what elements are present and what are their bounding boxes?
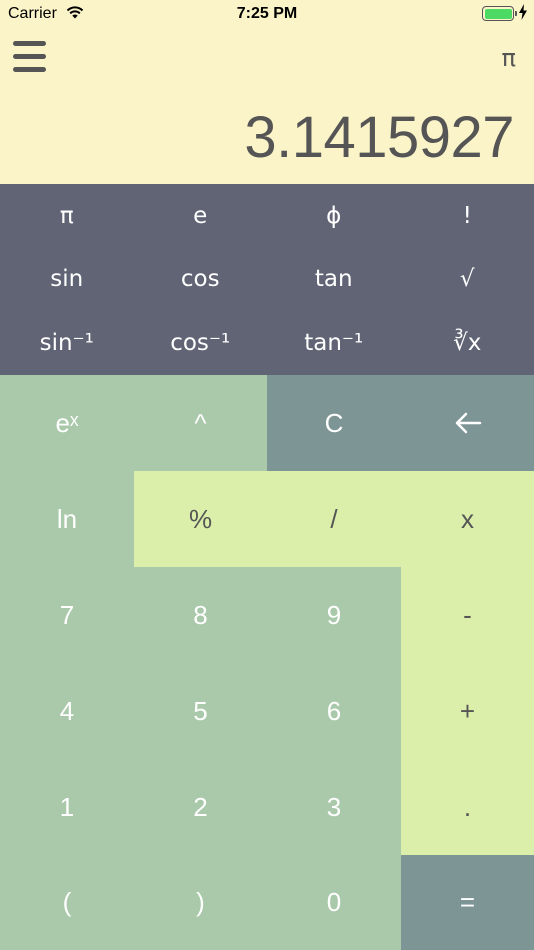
result-display: 3.1415927 [244, 105, 514, 170]
digit-0-button[interactable]: 0 [267, 855, 401, 950]
acos-key[interactable]: cos⁻¹ [134, 311, 268, 375]
main-keypad: eˣ ^ C ln % / x 7 8 9 - 4 5 6 + 1 2 3 . … [0, 375, 534, 950]
digit-8-button[interactable]: 8 [134, 567, 267, 663]
charging-bolt-icon [519, 4, 527, 20]
close-paren-button[interactable]: ) [134, 855, 267, 950]
clock: 7:25 PM [236, 5, 298, 22]
factorial-key[interactable]: ! [401, 184, 534, 248]
cube-root-key[interactable]: ∛x [401, 311, 534, 375]
atan-key[interactable]: tan⁻¹ [267, 311, 401, 375]
multiply-button[interactable]: x [401, 471, 534, 567]
tan-key[interactable]: tan [267, 248, 401, 312]
back-arrow-icon [455, 412, 481, 434]
asin-key[interactable]: sin⁻¹ [0, 311, 134, 375]
mode-indicator[interactable]: π [502, 44, 516, 72]
equals-button[interactable]: = [401, 855, 534, 950]
digit-9-button[interactable]: 9 [267, 567, 401, 663]
e-key[interactable]: e [134, 184, 268, 248]
sin-key[interactable]: sin [0, 248, 134, 312]
digit-5-button[interactable]: 5 [134, 663, 267, 759]
open-paren-button[interactable]: ( [0, 855, 134, 950]
hamburger-menu-icon[interactable] [13, 41, 46, 74]
minus-button[interactable]: - [401, 567, 534, 663]
status-bar: Carrier 7:25 PM [0, 0, 534, 28]
battery-icon [482, 6, 517, 21]
digit-4-button[interactable]: 4 [0, 663, 134, 759]
cos-key[interactable]: cos [134, 248, 268, 312]
decimal-button[interactable]: . [401, 759, 534, 855]
divide-button[interactable]: / [267, 471, 401, 567]
pi-key[interactable]: π [0, 184, 134, 248]
digit-2-button[interactable]: 2 [134, 759, 267, 855]
phi-key[interactable]: ϕ [267, 184, 401, 248]
ln-key[interactable]: ln [0, 471, 134, 567]
percent-button[interactable]: % [134, 471, 267, 567]
digit-6-button[interactable]: 6 [267, 663, 401, 759]
digit-7-button[interactable]: 7 [0, 567, 134, 663]
digit-3-button[interactable]: 3 [267, 759, 401, 855]
exp-key[interactable]: eˣ [0, 375, 134, 471]
clear-button[interactable]: C [267, 375, 401, 471]
backspace-button[interactable] [401, 375, 534, 471]
scientific-keypad: π e ϕ ! sin cos tan √ sin⁻¹ cos⁻¹ tan⁻¹ … [0, 184, 534, 375]
digit-1-button[interactable]: 1 [0, 759, 134, 855]
sqrt-key[interactable]: √ [401, 248, 534, 312]
plus-button[interactable]: + [401, 663, 534, 759]
power-key[interactable]: ^ [134, 375, 267, 471]
